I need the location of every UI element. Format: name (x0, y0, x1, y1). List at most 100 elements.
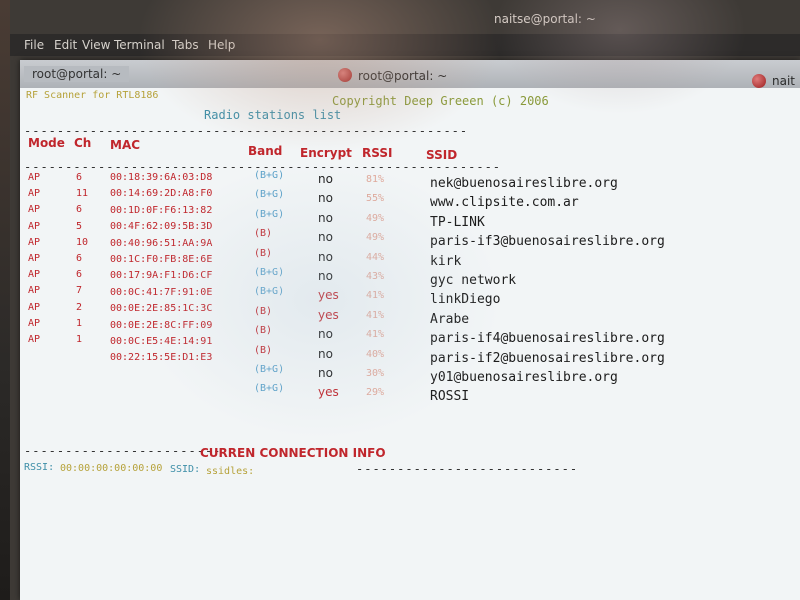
station-mac: 00:1D:0F:F6:13:82 (110, 204, 213, 216)
station-rssi: 49% (366, 212, 385, 224)
station-mac: 00:0C:41:7F:91:0E (110, 286, 213, 298)
station-ssid: paris-if3@buenosaireslibre.org (430, 234, 665, 250)
station-band: (B+G) (254, 286, 285, 298)
tab-naitse[interactable]: nait (772, 74, 795, 88)
station-ssid: TP-LINK (430, 214, 485, 230)
station-rssi: 41% (366, 309, 385, 321)
station-channel: 6 (76, 253, 83, 264)
station-mode: AP (28, 317, 41, 329)
station-rssi: 29% (366, 387, 385, 399)
station-channel: 11 (76, 188, 89, 200)
station-channel: 10 (76, 236, 89, 248)
menu-edit[interactable]: Edit (54, 38, 77, 52)
ssid-value: ssidles: (206, 466, 255, 477)
station-rssi: 44% (366, 251, 385, 263)
foreground-window-titlebar: root@portal: ~ root@portal: ~ nait (20, 60, 800, 88)
station-rssi: 49% (366, 232, 385, 244)
station-encrypt: no (318, 210, 333, 225)
header-band: Band (248, 144, 283, 158)
station-channel: 1 (76, 317, 83, 329)
station-channel: 5 (76, 220, 83, 232)
station-band: (B+G) (254, 267, 285, 278)
station-ssid: linkDiego (430, 292, 501, 308)
tab-root-portal[interactable]: root@portal: ~ (24, 66, 130, 82)
station-mac: 00:0C:E5:4E:14:91 (110, 336, 213, 347)
station-channel: 6 (76, 204, 83, 216)
station-channel: 6 (76, 172, 83, 183)
station-ssid: nek@buenosaireslibre.org (430, 176, 618, 191)
station-band: (B+G) (254, 364, 285, 375)
window-close-icon-right[interactable] (752, 74, 766, 88)
station-mac: 00:22:15:5E:D1:E3 (110, 352, 213, 364)
background-window-title: naitse@portal: ~ (494, 12, 596, 26)
station-mac: 00:18:39:6A:03:D8 (110, 172, 213, 183)
station-mode: AP (28, 220, 41, 232)
station-channel: 1 (76, 334, 83, 345)
station-channel: 7 (76, 285, 83, 297)
station-band: (B) (254, 247, 273, 259)
window-close-icon[interactable] (338, 68, 352, 82)
menu-file[interactable]: File (24, 38, 44, 52)
station-rssi: 43% (366, 271, 385, 282)
station-mac: 00:4F:62:09:5B:3D (110, 221, 213, 233)
header-mac: MAC (110, 138, 141, 152)
station-mode: AP (28, 204, 41, 216)
station-ssid: y01@buenosaireslibre.org (430, 370, 618, 385)
station-ssid: www.clipsite.com.ar (430, 195, 579, 211)
station-rssi: 30% (366, 368, 385, 379)
station-mac: 00:17:9A:F1:D6:CF (110, 270, 213, 282)
station-encrypt: no (318, 191, 333, 206)
station-channel: 2 (76, 301, 83, 313)
connection-info-header: CURREN CONNECTION INFO (200, 446, 386, 460)
station-ssid: paris-if4@buenosaireslibre.org (430, 331, 665, 347)
station-encrypt: no (318, 172, 333, 186)
station-mac: 00:0E:2E:8C:FF:09 (110, 319, 213, 331)
ssid-label: SSID: (170, 464, 201, 475)
station-encrypt: no (318, 327, 333, 342)
header-rssi: RSSI (362, 146, 393, 160)
station-mode: AP (28, 172, 41, 183)
station-encrypt: no (318, 346, 333, 361)
menu-bar: File Edit View Terminal Tabs Help (10, 34, 800, 56)
station-mac: 00:0E:2E:85:1C:3C (110, 303, 213, 315)
station-band: (B) (254, 325, 273, 337)
station-encrypt: no (318, 366, 333, 380)
station-mode: AP (28, 285, 41, 297)
station-band: (B+G) (254, 189, 285, 201)
menu-view[interactable]: View (82, 38, 110, 52)
menu-tabs[interactable]: Tabs (172, 38, 199, 52)
terminal-output[interactable]: RF Scanner for RTL8186 Copyright Deep Gr… (20, 88, 800, 600)
station-encrypt: yes (318, 385, 339, 400)
station-band: (B+G) (254, 383, 285, 395)
station-rssi: 41% (366, 329, 385, 341)
subtitle-radio-stations: Radio stations list (204, 108, 342, 122)
station-ssid: kirk (430, 253, 462, 269)
divider-connection-left: ------------------------ (24, 444, 222, 458)
station-band: (B) (254, 344, 273, 356)
background-window-titlebar: naitse@portal: ~ (10, 0, 800, 34)
station-mode: AP (28, 334, 41, 345)
station-mac: 00:40:96:51:AA:9A (110, 237, 213, 249)
header-encrypt: Encrypt (300, 146, 352, 160)
photo-scene: naitse@portal: ~ File Edit View Terminal… (0, 0, 800, 600)
rssi-value: 00:00:00:00:00:00 (60, 463, 163, 474)
station-mode: AP (28, 253, 41, 264)
copyright-text: Copyright Deep Greeen (c) 2006 (332, 94, 549, 108)
menu-help[interactable]: Help (208, 38, 235, 52)
program-name: RF Scanner for RTL8186 (26, 90, 159, 101)
divider-connection-right: --------------------------- (356, 462, 579, 476)
station-rssi: 40% (366, 348, 385, 360)
station-mac: 00:14:69:2D:A8:F0 (110, 188, 213, 200)
menu-terminal[interactable]: Terminal (114, 38, 165, 52)
header-ch: Ch (74, 136, 92, 150)
station-rssi: 55% (366, 193, 385, 205)
station-rssi: 41% (366, 290, 385, 302)
header-mode: Mode (28, 136, 65, 150)
station-encrypt: yes (318, 288, 339, 303)
station-band: (B+G) (254, 208, 285, 220)
rssi-label: RSSI: (24, 462, 55, 473)
foreground-terminal-window: root@portal: ~ root@portal: ~ nait RF Sc… (20, 60, 800, 600)
station-band: (B+G) (254, 170, 285, 181)
station-ssid: Arabe (430, 311, 470, 327)
station-ssid: ROSSI (430, 389, 470, 405)
